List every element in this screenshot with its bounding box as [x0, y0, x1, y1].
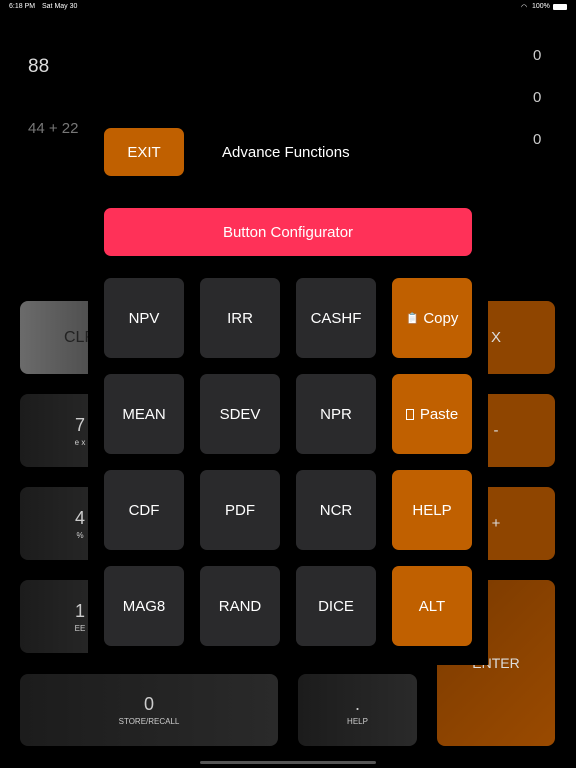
help-button[interactable]: HELP [392, 470, 472, 550]
key-0[interactable]: 0 STORE/RECALL [20, 674, 278, 746]
alt-button[interactable]: ALT [392, 566, 472, 646]
button-configurator-button[interactable]: Button Configurator [104, 208, 472, 256]
copy-icon: 📋 [405, 312, 420, 325]
key-label: - [493, 422, 499, 439]
status-date: Sat May 30 [42, 3, 78, 10]
configurator-label: Button Configurator [222, 223, 354, 241]
stack-value: 0 [533, 89, 542, 106]
panel-title: Advance Functions [222, 144, 350, 161]
display-result: 88 [28, 56, 50, 77]
key-sublabel: EE [74, 623, 86, 633]
exit-label: EXIT [127, 143, 161, 161]
cashf-button[interactable]: CASHF [296, 278, 376, 358]
status-time: 6:18 PM [9, 3, 36, 10]
copy-button[interactable]: 📋 Copy [392, 278, 472, 358]
display-expression: 44 + 22 [28, 120, 79, 137]
npr-button[interactable]: NPR [296, 374, 376, 454]
key-label: X [490, 329, 501, 346]
ncr-button[interactable]: NCR [296, 470, 376, 550]
rand-button[interactable]: RAND [200, 566, 280, 646]
key-label: 7 [74, 414, 85, 435]
npv-button[interactable]: NPV [104, 278, 184, 358]
key-label: 4 [74, 507, 85, 528]
exit-button[interactable]: EXIT [104, 128, 184, 176]
key-label: 0 [143, 694, 154, 714]
key-label: + [491, 515, 501, 532]
stack-value: 0 [533, 47, 542, 64]
pdf-button[interactable]: PDF [200, 470, 280, 550]
paste-icon [405, 408, 414, 420]
sdev-button[interactable]: SDEV [200, 374, 280, 454]
key-sublabel: HELP [347, 717, 368, 726]
status-battery: 100% [532, 3, 550, 10]
mean-button[interactable]: MEAN [104, 374, 184, 454]
key-sublabel: STORE/RECALL [118, 717, 180, 726]
irr-button[interactable]: IRR [200, 278, 280, 358]
copy-label: Copy [423, 309, 459, 327]
key-label: . [354, 694, 360, 714]
paste-label: Paste [419, 405, 459, 423]
stack-value: 0 [533, 131, 542, 148]
battery-icon [553, 4, 567, 10]
dice-button[interactable]: DICE [296, 566, 376, 646]
key-sublabel: % [76, 530, 84, 540]
key-dot[interactable]: . HELP [298, 674, 417, 746]
home-indicator[interactable] [200, 761, 376, 764]
paste-button[interactable]: Paste [392, 374, 472, 454]
key-label: 1 [74, 600, 85, 621]
mag8-button[interactable]: MAG8 [104, 566, 184, 646]
cdf-button[interactable]: CDF [104, 470, 184, 550]
key-sublabel: e x [74, 437, 86, 447]
wifi-icon: ◠ [521, 4, 528, 11]
